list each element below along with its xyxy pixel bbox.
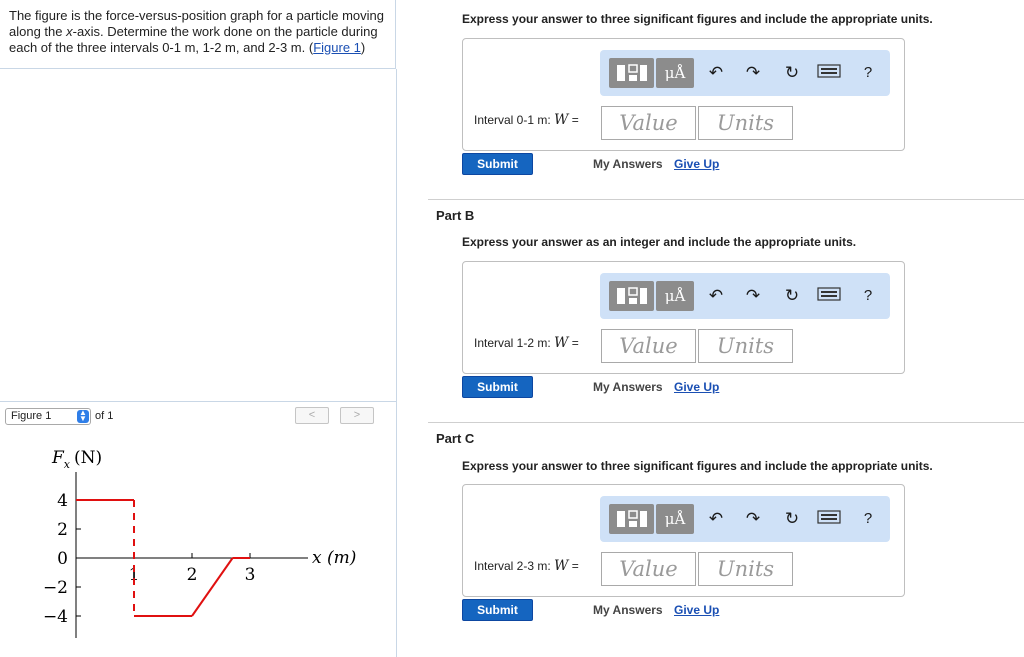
problem-text-part: ) [360, 40, 366, 55]
problem-statement-box: The figure is the force-versus-position … [0, 0, 396, 69]
value-input[interactable] [601, 552, 696, 586]
interval-label-text: Interval 2-3 m: [474, 559, 555, 573]
submit-button[interactable]: Submit [462, 599, 533, 621]
figure-selector-value: Figure 1 [11, 410, 52, 422]
units-input[interactable] [698, 552, 793, 586]
y-tick-label: 4 [57, 491, 68, 511]
next-figure-button[interactable]: > [340, 407, 374, 424]
select-arrows-icon: ▲ ▼ [77, 409, 89, 423]
templates-icon[interactable] [609, 58, 654, 88]
templates-icon[interactable] [609, 504, 654, 534]
units-input[interactable] [698, 329, 793, 363]
reset-icon[interactable]: ↻ [780, 62, 804, 84]
part-divider [428, 422, 1024, 423]
figure-link[interactable]: Figure 1 [313, 40, 361, 55]
x-axis-label: x (m) [312, 548, 356, 568]
submit-button[interactable]: Submit [462, 153, 533, 175]
interval-label-equals: = [568, 336, 579, 350]
value-input[interactable] [601, 329, 696, 363]
math-toolbar: μÅ ↶ ↷ ↻ ? [600, 273, 890, 319]
interval-label-equals: = [568, 113, 579, 127]
units-input[interactable] [698, 106, 793, 140]
help-icon[interactable]: ? [856, 508, 880, 530]
undo-icon[interactable]: ↶ [704, 62, 728, 84]
keyboard-icon[interactable] [816, 285, 842, 307]
interval-label: Interval 1-2 m: W = [474, 335, 579, 351]
y-axis-label: Fx (N) [51, 448, 102, 471]
redo-icon[interactable]: ↷ [741, 62, 765, 84]
interval-label: Interval 0-1 m: W = [474, 112, 579, 128]
give-up-link[interactable]: Give Up [674, 157, 719, 171]
reset-icon[interactable]: ↻ [780, 508, 804, 530]
part-c-instruction: Express your answer to three significant… [462, 459, 933, 473]
help-icon[interactable]: ? [856, 285, 880, 307]
submit-button[interactable]: Submit [462, 376, 533, 398]
part-b-answer-box: μÅ ↶ ↷ ↻ ? Interval 1-2 m: W = [462, 261, 905, 374]
value-input[interactable] [601, 106, 696, 140]
my-answers-link[interactable]: My Answers [593, 380, 663, 394]
series-segment [191, 557, 234, 617]
units-symbol-button[interactable]: μÅ [656, 58, 694, 88]
problem-text: The figure is the force-versus-position … [9, 8, 389, 56]
x-tick-label: 3 [245, 565, 256, 585]
give-up-link[interactable]: Give Up [674, 603, 719, 617]
y-tick-label: 2 [57, 520, 68, 540]
y-tick-label: 0 [57, 549, 68, 569]
redo-icon[interactable]: ↷ [741, 508, 765, 530]
force-position-graph: Fx (N) 420−2−4 123 x (m) [43, 448, 356, 638]
interval-label: Interval 2-3 m: W = [474, 558, 579, 574]
work-variable: W [554, 335, 569, 351]
units-symbol-button[interactable]: μÅ [656, 281, 694, 311]
undo-icon[interactable]: ↶ [704, 285, 728, 307]
units-symbol-button[interactable]: μÅ [656, 504, 694, 534]
part-divider [428, 199, 1024, 200]
part-a-instruction: Express your answer to three significant… [462, 12, 933, 26]
work-variable: W [554, 112, 569, 128]
part-b-instruction: Express your answer as an integer and in… [462, 235, 857, 249]
part-a-answer-box: μÅ ↶ ↷ ↻ ? Interval 0-1 m: W = [462, 38, 905, 151]
give-up-link[interactable]: Give Up [674, 380, 719, 394]
part-c-title: Part C [436, 431, 475, 446]
undo-icon[interactable]: ↶ [704, 508, 728, 530]
redo-icon[interactable]: ↷ [741, 285, 765, 307]
math-toolbar: μÅ ↶ ↷ ↻ ? [600, 496, 890, 542]
interval-label-equals: = [568, 559, 579, 573]
keyboard-icon[interactable] [816, 62, 842, 84]
x-tick-label: 2 [187, 565, 198, 585]
previous-figure-button[interactable]: < [295, 407, 329, 424]
interval-label-text: Interval 0-1 m: [474, 113, 555, 127]
help-icon[interactable]: ? [856, 62, 880, 84]
y-tick-label: −4 [43, 607, 68, 627]
templates-icon[interactable] [609, 281, 654, 311]
work-variable: W [554, 558, 569, 574]
part-c-answer-box: μÅ ↶ ↷ ↻ ? Interval 2-3 m: W = [462, 484, 905, 597]
reset-icon[interactable]: ↻ [780, 285, 804, 307]
figure-viewer: Figure 1 ▲ ▼ of 1 < > Fx (N) 4 2 0 −2 −4 123 x… [0, 401, 397, 657]
my-answers-link[interactable]: My Answers [593, 157, 663, 171]
interval-label-text: Interval 1-2 m: [474, 336, 555, 350]
y-ticks: 4 2 0 −2 −4 [43, 491, 81, 627]
y-tick-label: −2 [43, 578, 68, 598]
my-answers-link[interactable]: My Answers [593, 603, 663, 617]
part-b-title: Part B [436, 208, 475, 223]
figure-count: of 1 [95, 410, 114, 422]
figure-selector[interactable]: Figure 1 ▲ ▼ [5, 408, 91, 425]
keyboard-icon[interactable] [816, 508, 842, 530]
math-toolbar: μÅ ↶ ↷ ↻ ? [600, 50, 890, 96]
